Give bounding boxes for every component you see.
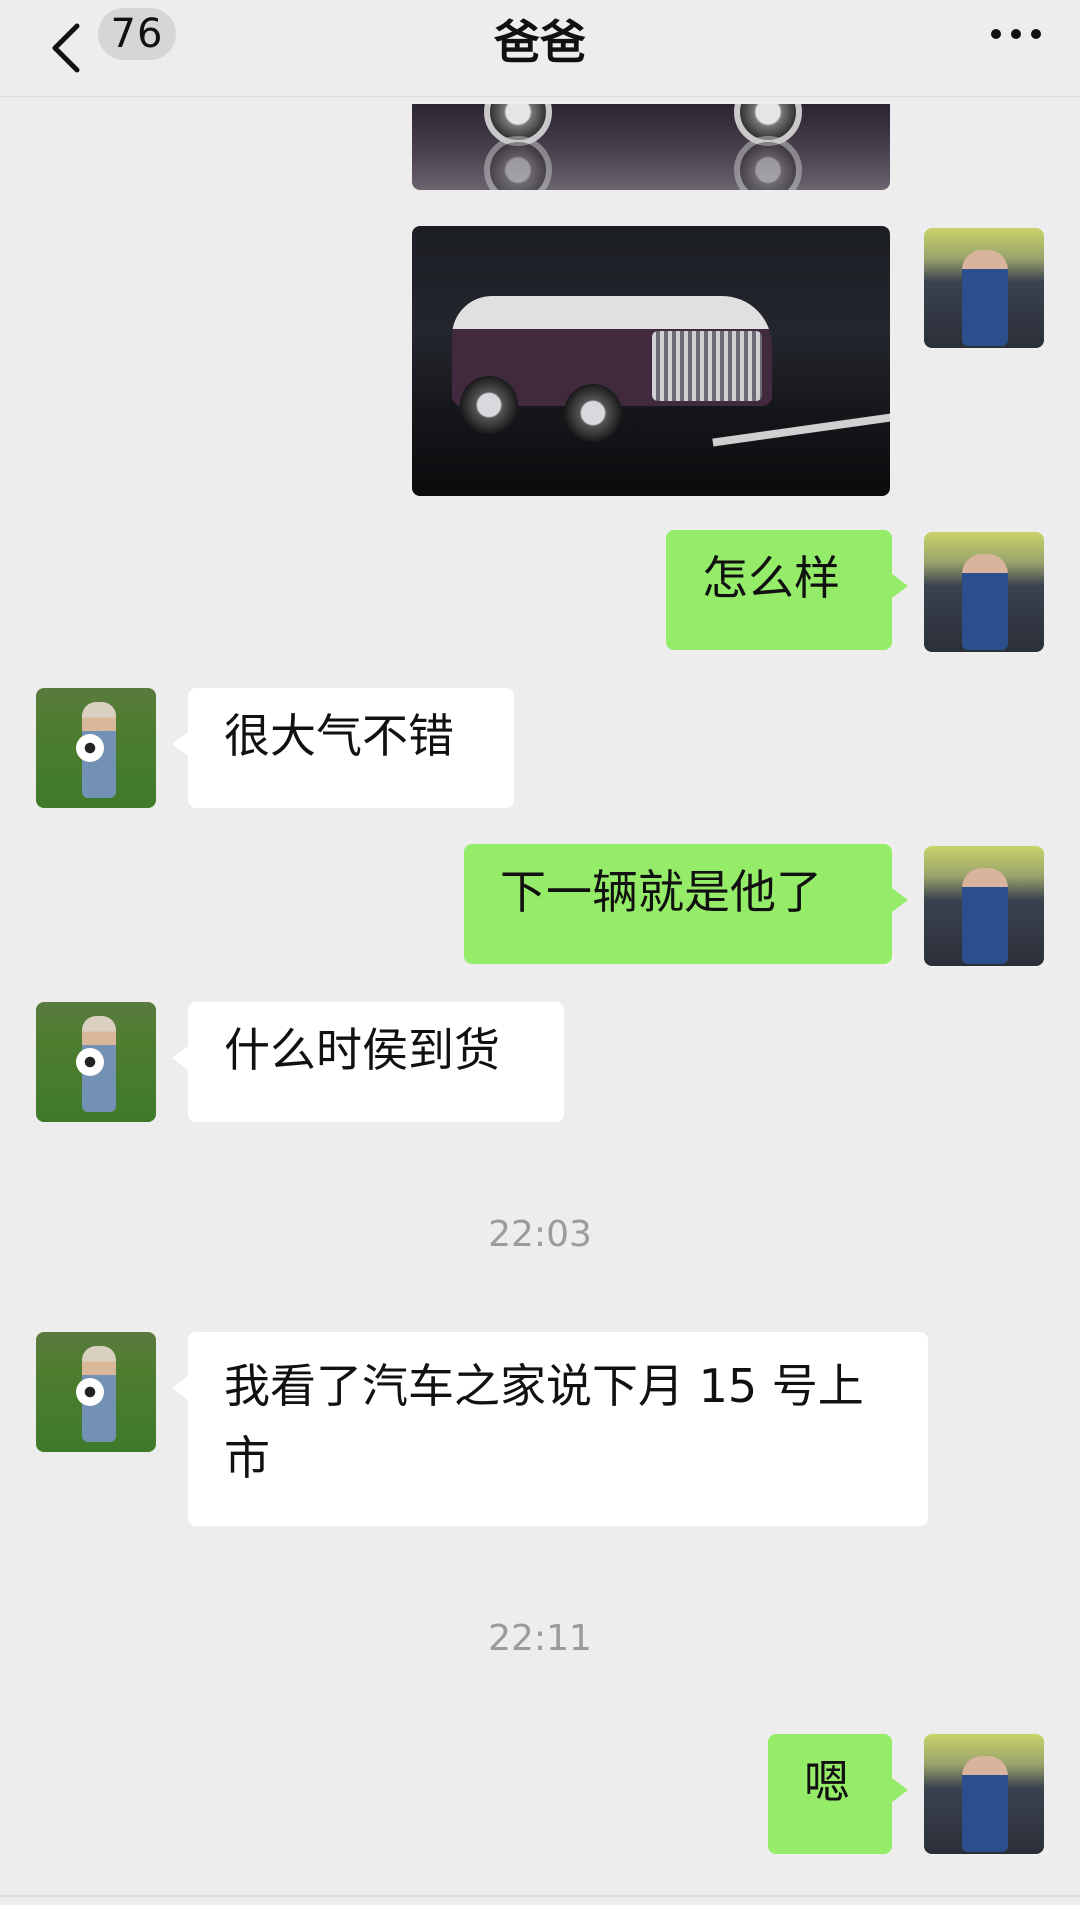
self-avatar[interactable] [924,532,1044,652]
message-text: 很大气不错 [224,709,454,763]
message-text: 什么时侯到货 [224,1023,500,1077]
message-image-car[interactable] [412,226,890,496]
message-bubble-self[interactable]: 下一辆就是他了 [464,844,908,964]
message-image-partial[interactable] [412,104,890,190]
self-avatar[interactable] [924,228,1044,348]
more-options-button[interactable] [976,14,1056,54]
self-avatar[interactable] [924,846,1044,966]
message-text-line-2: 市 [224,1431,270,1485]
bottom-divider [0,1895,1080,1897]
timestamp: 22:03 [488,1214,592,1255]
message-bubble-contact[interactable]: 我看了汽车之家说下月 15 号上 市 [172,1332,928,1526]
timestamp: 22:11 [488,1618,592,1659]
contact-avatar[interactable] [36,688,156,808]
message-bubble-self[interactable]: 怎么样 [666,530,908,650]
more-horizontal-icon [991,29,1001,39]
message-text: 嗯 [804,1755,850,1809]
message-text: 下一辆就是他了 [500,865,822,919]
message-text-line-1: 我看了汽车之家说下月 15 号上 [224,1359,864,1413]
contact-avatar[interactable] [36,1332,156,1452]
message-text: 怎么样 [702,551,840,605]
message-bubble-contact[interactable]: 很大气不错 [172,688,514,808]
chat-title: 爸爸 [494,15,586,69]
message-bubble-self[interactable]: 嗯 [768,1734,908,1854]
contact-avatar[interactable] [36,1002,156,1122]
message-bubble-contact[interactable]: 什么时侯到货 [172,1002,564,1122]
self-avatar[interactable] [924,1734,1044,1854]
header-divider [0,96,1080,97]
chat-header: 76 爸爸 [0,0,1080,88]
